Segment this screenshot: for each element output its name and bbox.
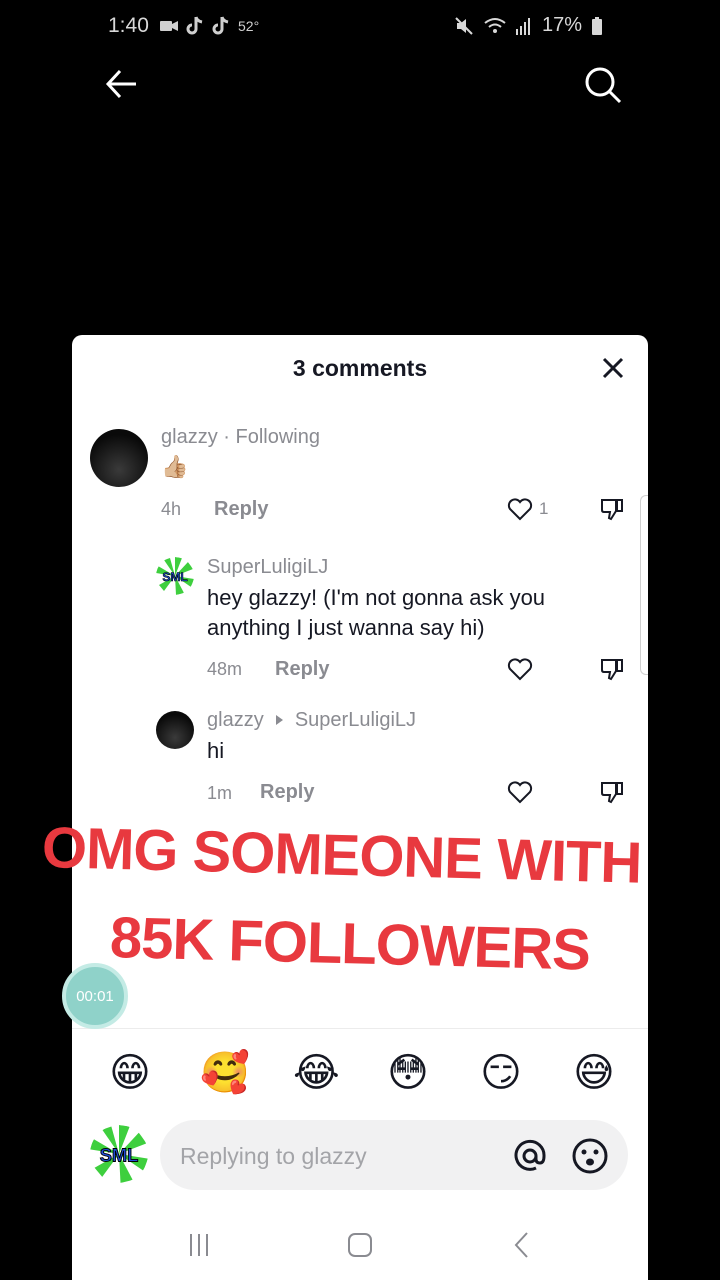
mention-button[interactable] [510, 1136, 550, 1176]
following-tag: Following [235, 426, 320, 448]
emoji-picker-button[interactable] [570, 1136, 610, 1176]
username-separator: · [217, 426, 236, 448]
back-button[interactable] [100, 62, 144, 106]
status-time: 1:40 [108, 14, 149, 37]
comment-username[interactable]: glazzy · Following [161, 426, 320, 449]
comment-input[interactable] [180, 1136, 500, 1176]
status-bar: 1:40 52° 17% [0, 0, 720, 52]
current-user-avatar[interactable]: SML [90, 1125, 148, 1183]
close-button[interactable] [598, 353, 628, 383]
thumbs-down-icon[interactable] [598, 778, 626, 806]
emoji-grinning[interactable]: 😁 [107, 1050, 153, 1096]
system-back-icon[interactable] [507, 1230, 537, 1260]
back-arrow-icon [105, 69, 136, 99]
comment-time: 1m [207, 783, 233, 803]
sml-logo-text: SML [100, 1145, 139, 1166]
emoji-smirk[interactable]: 😏 [478, 1050, 524, 1096]
comment-text: hi [207, 738, 225, 763]
comment-text-line2: anything I just wanna say hi) [207, 615, 485, 640]
status-icons-left: 52° [160, 16, 259, 36]
thumbs-down-icon[interactable] [598, 655, 626, 683]
emoji-smiling-hearts[interactable]: 🥰 [200, 1050, 250, 1096]
reply-button[interactable]: Reply [260, 781, 314, 804]
battery-icon [592, 16, 602, 35]
reply-button[interactable]: Reply [275, 658, 329, 681]
status-battery: 17% [541, 14, 582, 36]
sml-logo-text: SML [162, 570, 187, 584]
sml-logo-icon: SML [156, 557, 194, 595]
username-text[interactable]: glazzy [161, 426, 218, 448]
comments-title: 3 comments [292, 355, 428, 381]
emoji-face-icon [572, 1138, 608, 1174]
scrollbar[interactable] [640, 495, 648, 675]
emoji-quick-row: 😁 🥰 😂 😳 😏 😅 [72, 1050, 648, 1100]
status-temperature: 52° [238, 18, 260, 34]
close-icon [602, 357, 624, 379]
system-nav-bar [72, 1210, 648, 1280]
search-button[interactable] [580, 62, 624, 106]
wifi-icon [484, 17, 506, 33]
sml-logo-icon: SML [90, 1125, 148, 1183]
tiktok-icon [212, 16, 229, 35]
tiktok-icon [186, 16, 203, 35]
mute-icon [455, 16, 473, 35]
avatar[interactable]: SML [156, 557, 194, 595]
camera-icon [160, 21, 178, 31]
recording-timer: 00:01 [62, 963, 128, 1029]
avatar[interactable] [156, 711, 194, 749]
at-icon [514, 1139, 546, 1171]
like-count: 1 [539, 499, 549, 518]
emoji-flushed[interactable]: 😳 [385, 1050, 431, 1096]
heart-icon[interactable] [506, 655, 534, 683]
comments-sheet: 3 comments glazzy · Following 👍🏼 4h Repl… [72, 335, 648, 1280]
signal-icon [515, 17, 530, 35]
status-icons-right: 17% [454, 14, 602, 37]
heart-icon[interactable] [506, 495, 534, 523]
emoji-sweat-smile[interactable]: 😅 [571, 1050, 617, 1096]
avatar[interactable] [90, 429, 148, 487]
recent-apps-icon[interactable] [184, 1230, 214, 1260]
comment-time: 4h [161, 499, 182, 519]
comment-username[interactable]: glazzy SuperLuligiLJ [207, 709, 416, 732]
comment-time: 48m [207, 659, 243, 679]
comment-username[interactable]: SuperLuligiLJ [207, 556, 328, 579]
comment-text-line1: hey glazzy! (I'm not gonna ask you [207, 585, 546, 610]
home-icon[interactable] [345, 1230, 375, 1260]
comment-text: 👍🏼 [161, 455, 189, 480]
heart-icon[interactable] [506, 778, 534, 806]
search-icon [585, 67, 622, 104]
caret-right-icon [276, 715, 284, 725]
emoji-tears-of-joy[interactable]: 😂 [293, 1050, 340, 1096]
reply-to-username[interactable]: SuperLuligiLJ [295, 709, 416, 731]
username-text[interactable]: glazzy [207, 709, 264, 731]
thumbs-down-icon[interactable] [598, 495, 626, 523]
comment-input-container [160, 1120, 628, 1190]
reply-button[interactable]: Reply [214, 498, 268, 521]
divider [72, 1028, 648, 1029]
